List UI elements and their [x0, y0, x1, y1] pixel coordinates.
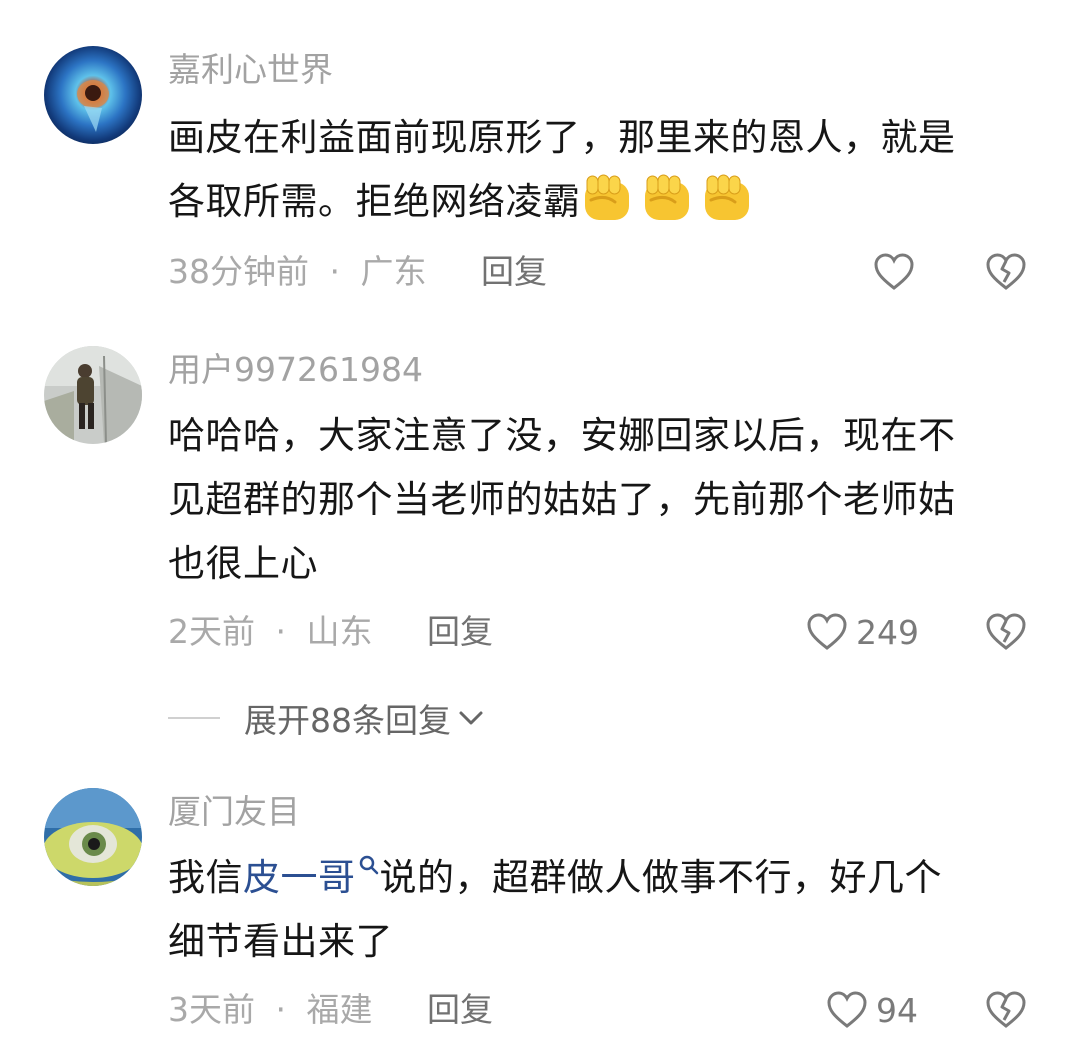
- emoji-group: [581, 174, 761, 223]
- comment-time: 3天前: [168, 990, 255, 1029]
- comment-text-line: 哈哈哈，大家注意了没，安娜回家以后，现在不: [168, 414, 956, 457]
- like-button[interactable]: 249: [806, 612, 919, 652]
- meta-separator: ·: [329, 252, 341, 291]
- dislike-button[interactable]: [985, 252, 1027, 292]
- comment-time: 38分钟前: [168, 252, 309, 291]
- dislike-button[interactable]: [985, 990, 1027, 1030]
- cartoon-eye-avatar-image: [44, 788, 142, 886]
- comment-location: 福建: [306, 990, 373, 1029]
- dislike-button[interactable]: [985, 612, 1027, 652]
- meta-separator: ·: [275, 990, 287, 1029]
- fist-emoji-icon: [644, 174, 689, 220]
- comment-meta: 3天前 · 福建 回复: [168, 990, 493, 1030]
- user-avatar[interactable]: [44, 788, 142, 886]
- search-link[interactable]: 皮一哥: [243, 855, 380, 899]
- comment-time: 2天前: [168, 612, 255, 651]
- fist-emoji-icon: [704, 174, 749, 220]
- broken-heart-icon: [986, 991, 1026, 1028]
- search-link-text: 皮一哥: [243, 856, 356, 899]
- comment-text-line: 见超群的那个当老师的姑姑了，先前那个老师姑: [168, 478, 956, 521]
- username[interactable]: 嘉利心世界: [168, 50, 333, 90]
- user-avatar[interactable]: [44, 346, 142, 444]
- comment-text: 画皮在利益面前现原形了，那里来的恩人，就是 各取所需。拒绝网络凌霸: [168, 106, 1048, 234]
- person-photo-avatar-image: [44, 346, 142, 444]
- comment-text-line: 各取所需。拒绝网络凌霸: [168, 170, 1048, 234]
- username[interactable]: 用户997261984: [168, 350, 423, 390]
- expand-replies-label: 展开88条回复: [244, 701, 451, 740]
- like-button[interactable]: 94: [826, 990, 918, 1030]
- comment-text-segment: 说的，超群做人做事不行，好几个: [379, 856, 942, 899]
- expand-divider: [168, 717, 220, 719]
- heart-icon: [874, 253, 914, 290]
- user-avatar[interactable]: [44, 46, 142, 144]
- comment-text-line: 细节看出来了: [168, 920, 393, 963]
- like-count: 249: [856, 612, 919, 652]
- comment-location: 广东: [360, 252, 427, 291]
- like-count: 94: [876, 990, 918, 1030]
- like-button[interactable]: [873, 252, 915, 292]
- reply-button[interactable]: 回复: [427, 990, 493, 1029]
- comment-location: 山东: [306, 612, 373, 651]
- eye-avatar-image: [44, 46, 142, 144]
- comment-text-line: 我信皮一哥 说的，超群做人做事不行，好几个: [168, 846, 1048, 910]
- fist-emoji-icon: [584, 174, 629, 220]
- meta-separator: ·: [275, 612, 287, 651]
- broken-heart-icon: [986, 253, 1026, 290]
- chevron-down-icon: [459, 711, 483, 725]
- reply-button[interactable]: 回复: [481, 252, 547, 291]
- broken-heart-icon: [986, 613, 1026, 650]
- comment-text-line: 画皮在利益面前现原形了，那里来的恩人，就是: [168, 116, 956, 159]
- comment-text: 我信皮一哥 说的，超群做人做事不行，好几个 细节看出来了: [168, 846, 1048, 974]
- comment-text-segment: 我信: [168, 856, 243, 899]
- comment-meta: 2天前 · 山东 回复: [168, 612, 493, 652]
- username[interactable]: 厦门友目: [168, 792, 300, 832]
- heart-icon: [807, 613, 847, 650]
- comment-text-line: 也很上心: [168, 542, 318, 585]
- comment-text: 哈哈哈，大家注意了没，安娜回家以后，现在不 见超群的那个当老师的姑姑了，先前那个…: [168, 404, 1048, 596]
- comment-meta: 38分钟前 · 广东 回复: [168, 252, 547, 292]
- heart-icon: [827, 991, 867, 1028]
- expand-replies-button[interactable]: 展开88条回复: [168, 694, 485, 742]
- reply-button[interactable]: 回复: [427, 612, 493, 651]
- comment-text-segment: 各取所需。拒绝网络凌霸: [168, 180, 581, 223]
- search-icon: [359, 855, 378, 875]
